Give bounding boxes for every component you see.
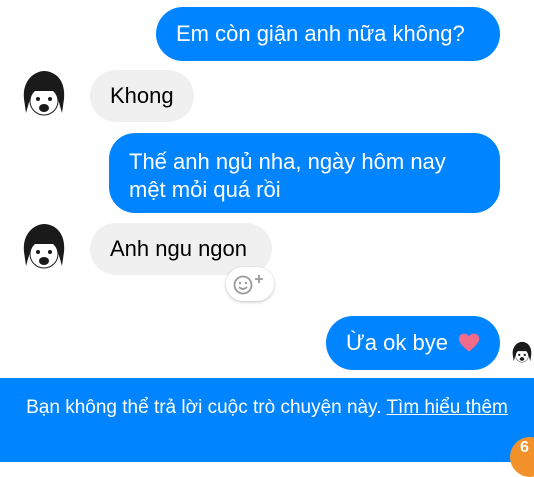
banner-text: Bạn không thể trả lời cuộc trò chuyện nà… <box>26 397 382 418</box>
conversation-thread: Em còn giận anh nữa không? Khong Thế anh… <box>0 0 534 378</box>
message-text: Anh ngu ngon <box>110 236 248 261</box>
message-text: Thế anh ngủ nha, ngày hôm nay mệt mỏi qu… <box>129 149 446 202</box>
badge-icon: 6 <box>520 439 529 456</box>
outgoing-message[interactable]: Ừa ok bye <box>326 316 500 370</box>
contact-avatar[interactable] <box>18 222 70 274</box>
incoming-message[interactable]: Khong <box>90 70 194 122</box>
add-reaction-icon <box>233 275 263 295</box>
read-receipt-avatar <box>510 341 534 365</box>
message-text: Ừa ok bye <box>346 330 448 355</box>
cannot-reply-banner: Bạn không thể trả lời cuộc trò chuyện nà… <box>0 378 534 462</box>
add-reaction-button[interactable] <box>226 267 274 301</box>
outgoing-message[interactable]: Thế anh ngủ nha, ngày hôm nay mệt mỏi qu… <box>109 133 500 213</box>
contact-avatar[interactable] <box>18 69 70 121</box>
outgoing-message[interactable]: Em còn giận anh nữa không? <box>156 7 500 61</box>
message-text: Em còn giận anh nữa không? <box>176 21 465 46</box>
learn-more-link[interactable]: Tìm hiểu thêm <box>386 397 507 418</box>
message-text: Khong <box>110 83 174 108</box>
heart-icon <box>458 333 480 352</box>
